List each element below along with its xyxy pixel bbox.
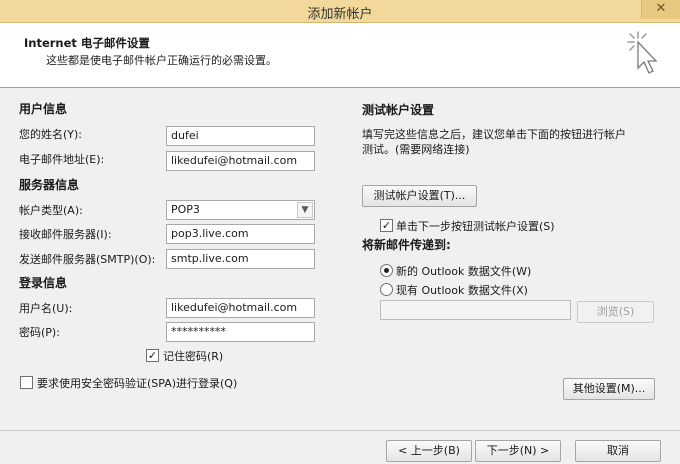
existing-data-file-radio[interactable]	[380, 283, 393, 296]
test-description-line1: 填写完这些信息之后，建议您单击下面的按钮进行帐户	[362, 128, 626, 141]
incoming-server-input[interactable]: pop3.live.com	[166, 224, 315, 244]
existing-data-file-label[interactable]: 现有 Outlook 数据文件(X)	[396, 282, 528, 298]
test-account-button[interactable]: 测试帐户设置(T)...	[362, 185, 477, 207]
outgoing-server-input[interactable]: smtp.live.com	[166, 249, 315, 269]
spa-label[interactable]: 要求使用安全密码验证(SPA)进行登录(Q)	[37, 375, 237, 391]
remember-password-checkbox[interactable]: ✓	[146, 349, 159, 362]
wizard-cursor-icon	[627, 31, 658, 74]
account-type-label: 帐户类型(A):	[19, 204, 83, 217]
close-icon: ✕	[655, 1, 667, 16]
dialog-header: Internet 电子邮件设置 这些都是使电子邮件帐户正确运行的必需设置。	[0, 23, 680, 88]
name-label: 您的姓名(Y):	[19, 128, 83, 141]
new-data-file-label[interactable]: 新的 Outlook 数据文件(W)	[396, 263, 531, 279]
email-input[interactable]: likedufei@hotmail.com	[166, 151, 315, 171]
close-button[interactable]: ✕	[641, 0, 680, 19]
next-button[interactable]: 下一步(N) >	[475, 440, 561, 462]
login-info-heading: 登录信息	[19, 276, 68, 290]
cancel-button[interactable]: 取消	[575, 440, 661, 462]
auto-test-checkbox[interactable]: ✓	[380, 219, 393, 232]
deliver-heading: 将新邮件传递到:	[362, 238, 451, 252]
test-description-line2: 测试。(需要网络连接)	[362, 143, 470, 156]
email-label: 电子邮件地址(E):	[19, 153, 105, 166]
spa-checkbox[interactable]	[20, 376, 33, 389]
password-input[interactable]: **********	[166, 322, 315, 342]
footer-divider	[0, 430, 680, 431]
auto-test-label[interactable]: 单击下一步按钮测试帐户设置(S)	[396, 218, 555, 234]
username-label: 用户名(U):	[19, 302, 73, 315]
test-settings-heading: 测试帐户设置	[362, 103, 435, 117]
more-settings-button[interactable]: 其他设置(M)...	[563, 378, 655, 400]
existing-file-path-input[interactable]	[380, 300, 571, 320]
outgoing-server-label: 发送邮件服务器(SMTP)(O):	[19, 253, 156, 266]
server-info-heading: 服务器信息	[19, 178, 80, 192]
browse-button[interactable]: 浏览(S)	[577, 301, 654, 323]
incoming-server-label: 接收邮件服务器(I):	[19, 228, 112, 241]
window-title: 添加新帐户	[307, 7, 373, 22]
account-type-select[interactable]: POP3 ▼	[166, 200, 315, 220]
name-input[interactable]: dufei	[166, 126, 315, 146]
back-button[interactable]: < 上一步(B)	[386, 440, 472, 462]
header-title: Internet 电子邮件设置	[24, 36, 150, 50]
user-info-heading: 用户信息	[19, 102, 68, 116]
chevron-down-icon[interactable]: ▼	[297, 202, 313, 218]
username-input[interactable]: likedufei@hotmail.com	[166, 298, 315, 318]
title-bar: 添加新帐户 ✕	[0, 0, 680, 23]
new-data-file-radio[interactable]	[380, 264, 393, 277]
password-label: 密码(P):	[19, 326, 60, 339]
account-type-value: POP3	[171, 203, 200, 216]
remember-password-label[interactable]: 记住密码(R)	[163, 348, 223, 364]
header-subtitle: 这些都是使电子邮件帐户正确运行的必需设置。	[46, 54, 277, 67]
